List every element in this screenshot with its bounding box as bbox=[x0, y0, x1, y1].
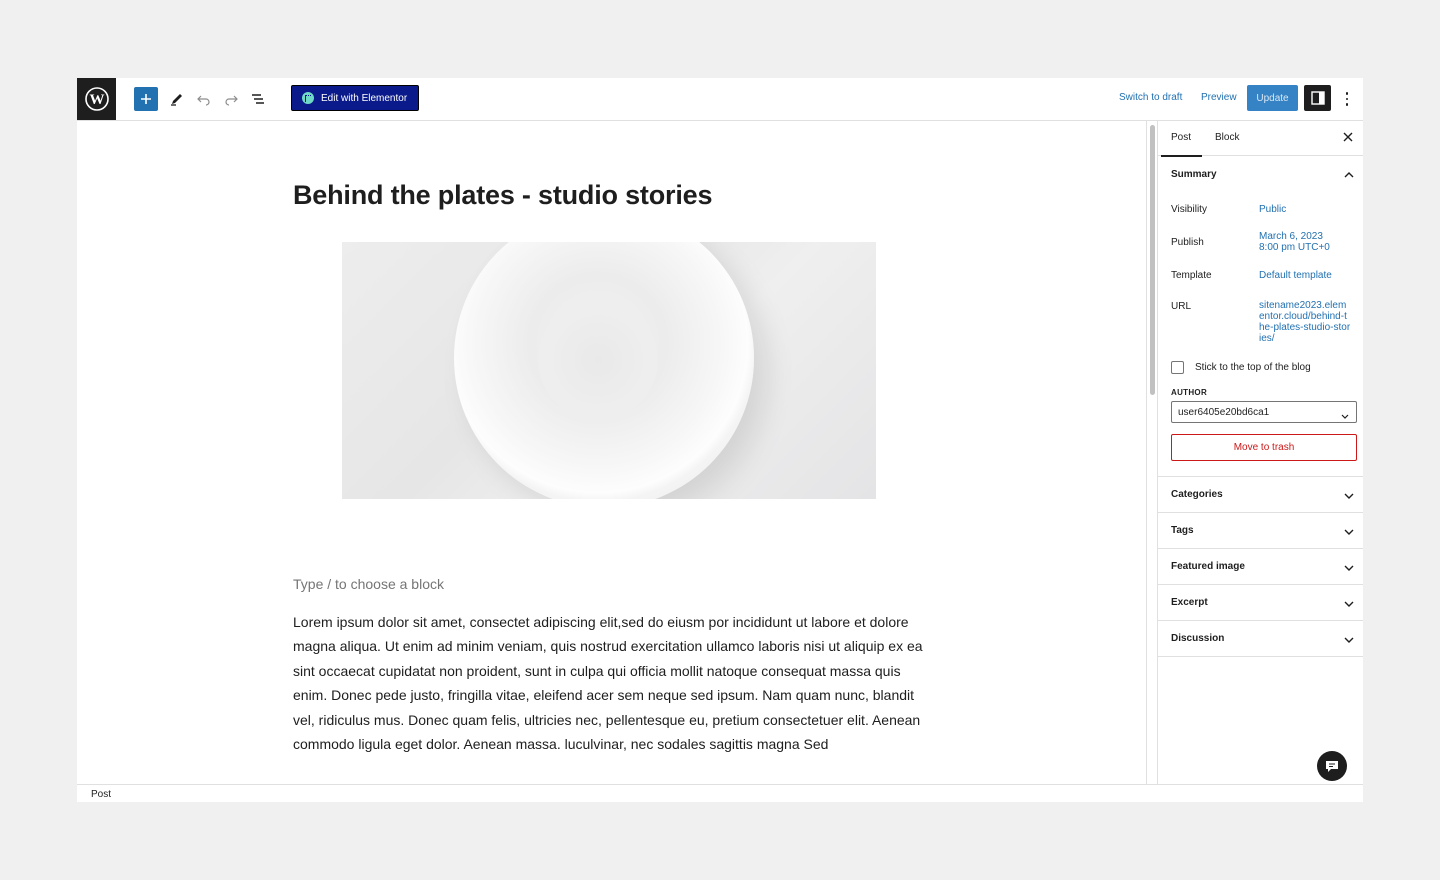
chevron-down-icon bbox=[1343, 489, 1355, 501]
sidebar-tabs: Post Block bbox=[1158, 121, 1363, 157]
publish-date: March 6, 2023 bbox=[1259, 231, 1323, 242]
url-label: URL bbox=[1171, 301, 1192, 312]
sticky-label[interactable]: Stick to the top of the blog bbox=[1195, 362, 1311, 373]
update-button[interactable]: Update bbox=[1247, 85, 1298, 111]
sticky-checkbox[interactable] bbox=[1171, 361, 1184, 374]
switch-to-draft-button[interactable]: Switch to draft bbox=[1119, 92, 1182, 103]
edit-tools-icon[interactable] bbox=[165, 87, 189, 111]
scrollbar-thumb[interactable] bbox=[1150, 125, 1155, 395]
template-label: Template bbox=[1171, 270, 1212, 281]
tab-post[interactable]: Post bbox=[1160, 132, 1203, 157]
editor-window: W Edit with Elementor Switch to draft Pr… bbox=[77, 78, 1363, 802]
url-value[interactable]: sitename2023.elementor.cloud/behind-the-… bbox=[1259, 300, 1351, 344]
wordpress-logo-icon[interactable]: W bbox=[77, 78, 116, 120]
chevron-up-icon[interactable] bbox=[1343, 168, 1355, 180]
preview-button[interactable]: Preview bbox=[1201, 92, 1237, 103]
paragraph-block[interactable]: Lorem ipsum dolor sit amet, consectet ad… bbox=[293, 610, 933, 756]
section-tags[interactable]: Tags bbox=[1158, 513, 1363, 549]
featured-image-bowl[interactable] bbox=[342, 242, 876, 499]
template-value[interactable]: Default template bbox=[1259, 270, 1355, 281]
elementor-button-label: Edit with Elementor bbox=[321, 92, 408, 104]
publish-value[interactable]: March 6, 2023 8:00 pm UTC+0 bbox=[1259, 231, 1355, 253]
close-icon[interactable] bbox=[1340, 129, 1356, 145]
section-label: Excerpt bbox=[1171, 597, 1208, 608]
publish-label: Publish bbox=[1171, 237, 1204, 248]
summary-heading[interactable]: Summary bbox=[1171, 169, 1217, 180]
tab-block[interactable]: Block bbox=[1215, 132, 1239, 143]
section-discussion[interactable]: Discussion bbox=[1158, 621, 1363, 657]
add-block-button[interactable] bbox=[134, 87, 158, 111]
publish-time: 8:00 pm UTC+0 bbox=[1259, 242, 1330, 253]
author-value: user6405e20bd6ca1 bbox=[1178, 407, 1270, 418]
section-label: Discussion bbox=[1171, 633, 1225, 644]
elementor-icon bbox=[302, 92, 314, 104]
summary-panel: Summary Visibility Public Publish March … bbox=[1158, 156, 1363, 477]
author-label: AUTHOR bbox=[1171, 388, 1208, 397]
edit-with-elementor-button[interactable]: Edit with Elementor bbox=[291, 85, 419, 111]
settings-panel-toggle-icon[interactable] bbox=[1304, 85, 1331, 111]
editor-footer: Post bbox=[77, 784, 1363, 802]
list-view-icon[interactable] bbox=[246, 87, 270, 111]
chat-help-icon[interactable] bbox=[1317, 751, 1347, 781]
section-featured-image[interactable]: Featured image bbox=[1158, 549, 1363, 585]
author-select[interactable]: user6405e20bd6ca1 bbox=[1171, 401, 1357, 423]
top-toolbar: W Edit with Elementor Switch to draft Pr… bbox=[77, 78, 1363, 121]
post-title[interactable]: Behind the plates - studio stories bbox=[293, 180, 712, 211]
breadcrumb[interactable]: Post bbox=[91, 789, 111, 800]
chevron-down-icon bbox=[1343, 633, 1355, 645]
chevron-down-icon bbox=[1343, 525, 1355, 537]
chevron-down-icon bbox=[1343, 561, 1355, 573]
visibility-value[interactable]: Public bbox=[1259, 204, 1355, 215]
block-placeholder[interactable]: Type / to choose a block bbox=[293, 576, 444, 592]
more-options-icon[interactable] bbox=[1339, 89, 1355, 109]
section-label: Categories bbox=[1171, 489, 1223, 500]
chevron-down-icon bbox=[1340, 408, 1350, 419]
undo-icon[interactable] bbox=[192, 87, 216, 111]
section-excerpt[interactable]: Excerpt bbox=[1158, 585, 1363, 621]
editor-canvas[interactable]: Behind the plates - studio stories Type … bbox=[77, 121, 1147, 784]
settings-sidebar: Post Block Summary Visibility Public Pub… bbox=[1157, 121, 1363, 784]
section-label: Featured image bbox=[1171, 561, 1245, 572]
svg-text:W: W bbox=[89, 92, 104, 108]
move-to-trash-button[interactable]: Move to trash bbox=[1171, 434, 1357, 461]
redo-icon[interactable] bbox=[219, 87, 243, 111]
chevron-down-icon bbox=[1343, 597, 1355, 609]
visibility-label: Visibility bbox=[1171, 204, 1207, 215]
section-label: Tags bbox=[1171, 525, 1194, 536]
section-categories[interactable]: Categories bbox=[1158, 477, 1363, 513]
